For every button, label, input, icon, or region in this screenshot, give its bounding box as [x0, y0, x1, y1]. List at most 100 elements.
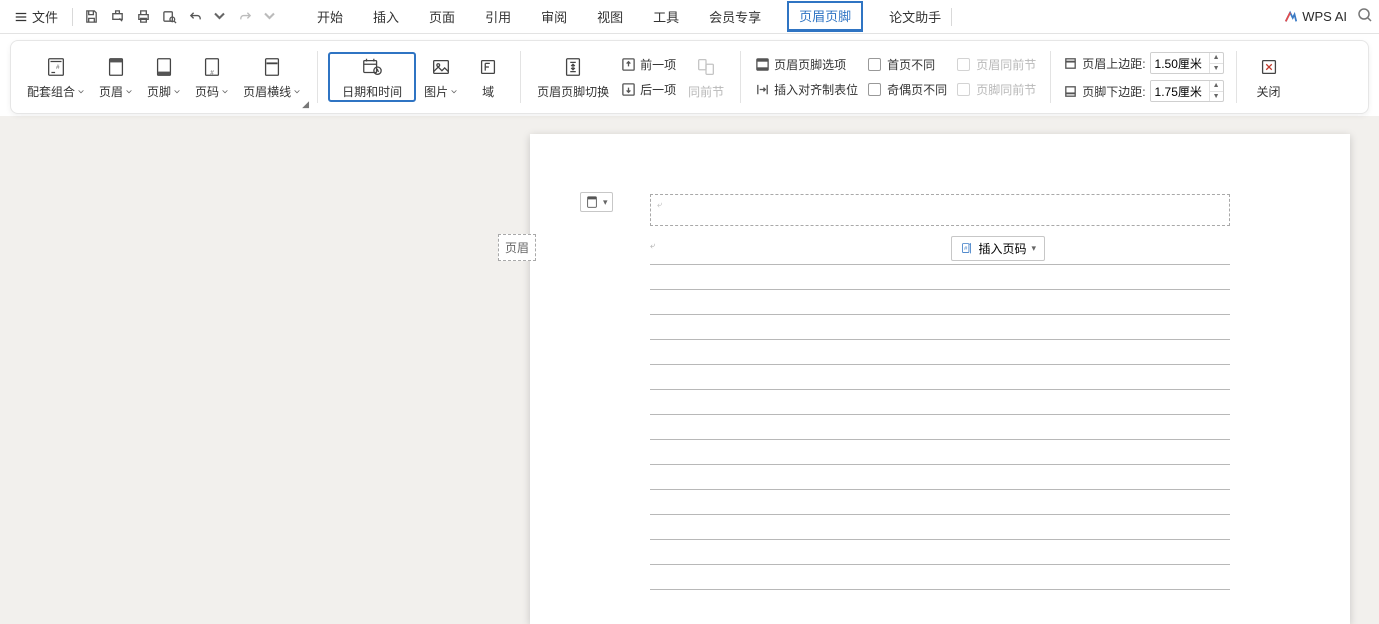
prev-icon [621, 57, 636, 72]
tab-page[interactable]: 页面 [425, 1, 459, 32]
print-button[interactable] [131, 5, 155, 29]
file-menu-button[interactable]: 文件 [6, 4, 66, 29]
header-margin-field[interactable]: ▲ ▼ [1150, 52, 1224, 74]
svg-text:#: # [210, 69, 214, 76]
tab-header-footer[interactable]: 页眉页脚 [787, 1, 863, 32]
ribbon-separator [1236, 51, 1237, 103]
spin-down[interactable]: ▼ [1210, 64, 1223, 74]
tab-view[interactable]: 视图 [593, 1, 627, 32]
switch-label: 页眉页脚切换 [537, 83, 609, 100]
footer-margin-field[interactable]: ▲ ▼ [1150, 80, 1224, 102]
find-icon [162, 9, 177, 24]
hamburger-icon [14, 10, 28, 24]
caret-down-icon [262, 9, 277, 24]
same-as-prev-icon [695, 56, 717, 78]
header-options-dropdown[interactable]: ▾ [580, 192, 613, 212]
checkbox-box [957, 58, 970, 71]
body-line [650, 315, 1230, 340]
redo-dropdown[interactable] [257, 5, 281, 29]
ribbon-group-insert: 日期和时间 图片 域 [324, 45, 514, 109]
ai-logo-icon [1284, 10, 1298, 24]
spin-up[interactable]: ▲ [1210, 81, 1223, 92]
header-margin-input[interactable] [1151, 53, 1209, 73]
print-preview-button[interactable] [105, 5, 129, 29]
redo-button[interactable] [233, 5, 257, 29]
next-item-button[interactable]: 后一项 [617, 79, 680, 100]
global-search-button[interactable] [1357, 7, 1373, 26]
footer-margin-input[interactable] [1151, 81, 1209, 101]
chevron-down-icon [77, 88, 85, 96]
insert-pagenum-button[interactable]: # 插入页码 ▾ [951, 236, 1045, 261]
tab-insert[interactable]: 插入 [369, 1, 403, 32]
same-as-prev-label: 同前节 [688, 83, 724, 100]
pagenum-button[interactable]: # 页码 [189, 52, 235, 102]
undo-dropdown[interactable] [207, 5, 231, 29]
header-same-label: 页眉同前节 [976, 56, 1036, 73]
checkbox-box [868, 58, 881, 71]
ribbon-separator [1050, 51, 1051, 103]
chevron-down-icon [450, 88, 458, 96]
datetime-label: 日期和时间 [342, 83, 402, 100]
document-body[interactable] [650, 240, 1230, 590]
body-line [650, 340, 1230, 365]
margin-bottom-icon [1063, 84, 1078, 99]
diff-oddeven-checkbox[interactable]: 奇偶页不同 [864, 79, 951, 100]
picture-button[interactable]: 图片 [418, 52, 464, 102]
wps-ai-label: WPS AI [1302, 9, 1347, 24]
field-button[interactable]: 域 [466, 52, 510, 102]
undo-icon [188, 9, 203, 24]
footer-button[interactable]: 页脚 [141, 52, 187, 102]
close-hf-button[interactable]: 关闭 [1247, 52, 1291, 102]
wps-ai-button[interactable]: WPS AI [1284, 9, 1347, 24]
search-icon [1357, 7, 1373, 23]
document-page[interactable]: 页眉 ▾ # 插入页码 ▾ [530, 134, 1350, 624]
spin-up[interactable]: ▲ [1210, 53, 1223, 64]
switch-hf-button[interactable]: 页眉页脚切换 [531, 52, 615, 102]
footer-same-checkbox[interactable]: 页脚同前节 [953, 79, 1040, 100]
spin-down[interactable]: ▼ [1210, 92, 1223, 102]
chevron-down-icon [125, 88, 133, 96]
options-icon [755, 57, 770, 72]
dialog-launcher[interactable]: ◢ [302, 99, 309, 110]
header-edit-area[interactable] [650, 194, 1230, 226]
hf-options-button[interactable]: 页眉页脚选项 [751, 54, 862, 75]
ribbon-separator [520, 51, 521, 103]
prev-item-button[interactable]: 前一项 [617, 54, 680, 75]
diff-first-label: 首页不同 [887, 56, 935, 73]
align-tab-icon [755, 82, 770, 97]
next-label: 后一项 [640, 81, 676, 98]
datetime-button[interactable]: 日期和时间 [328, 52, 416, 102]
tab-start[interactable]: 开始 [313, 1, 347, 32]
tab-reference[interactable]: 引用 [481, 1, 515, 32]
header-same-checkbox[interactable]: 页眉同前节 [953, 54, 1040, 75]
header-hr-button[interactable]: 页眉横线 [237, 52, 307, 102]
chevron-down-icon [173, 88, 181, 96]
insert-align-tab-button[interactable]: 插入对齐制表位 [751, 79, 862, 100]
same-as-prev-button[interactable]: 同前节 [682, 52, 730, 102]
tab-tools[interactable]: 工具 [649, 1, 683, 32]
print-preview-icon [110, 9, 125, 24]
close-label: 关闭 [1257, 83, 1281, 100]
header-section-tag: 页眉 [498, 234, 536, 261]
body-line [650, 515, 1230, 540]
tab-review[interactable]: 审阅 [537, 1, 571, 32]
body-line [650, 440, 1230, 465]
tab-member[interactable]: 会员专享 [705, 1, 765, 32]
divider [72, 8, 73, 26]
preset-combo-button[interactable]: # 配套组合 [21, 52, 91, 102]
body-line [650, 565, 1230, 590]
body-line [650, 465, 1230, 490]
tab-paper-assist[interactable]: 论文助手 [885, 1, 945, 32]
header-hr-icon [261, 56, 283, 78]
chevron-down-icon [293, 88, 301, 96]
save-button[interactable] [79, 5, 103, 29]
chevron-down-icon [221, 88, 229, 96]
ribbon-group-margins: 页眉上边距: ▲ ▼ 页脚下边距: ▲ ▼ [1057, 45, 1229, 109]
picture-icon [430, 56, 452, 78]
undo-button[interactable] [183, 5, 207, 29]
body-line [650, 415, 1230, 440]
header-button[interactable]: 页眉 [93, 52, 139, 102]
body-line [650, 390, 1230, 415]
search-replace-button[interactable] [157, 5, 181, 29]
diff-first-checkbox[interactable]: 首页不同 [864, 54, 951, 75]
